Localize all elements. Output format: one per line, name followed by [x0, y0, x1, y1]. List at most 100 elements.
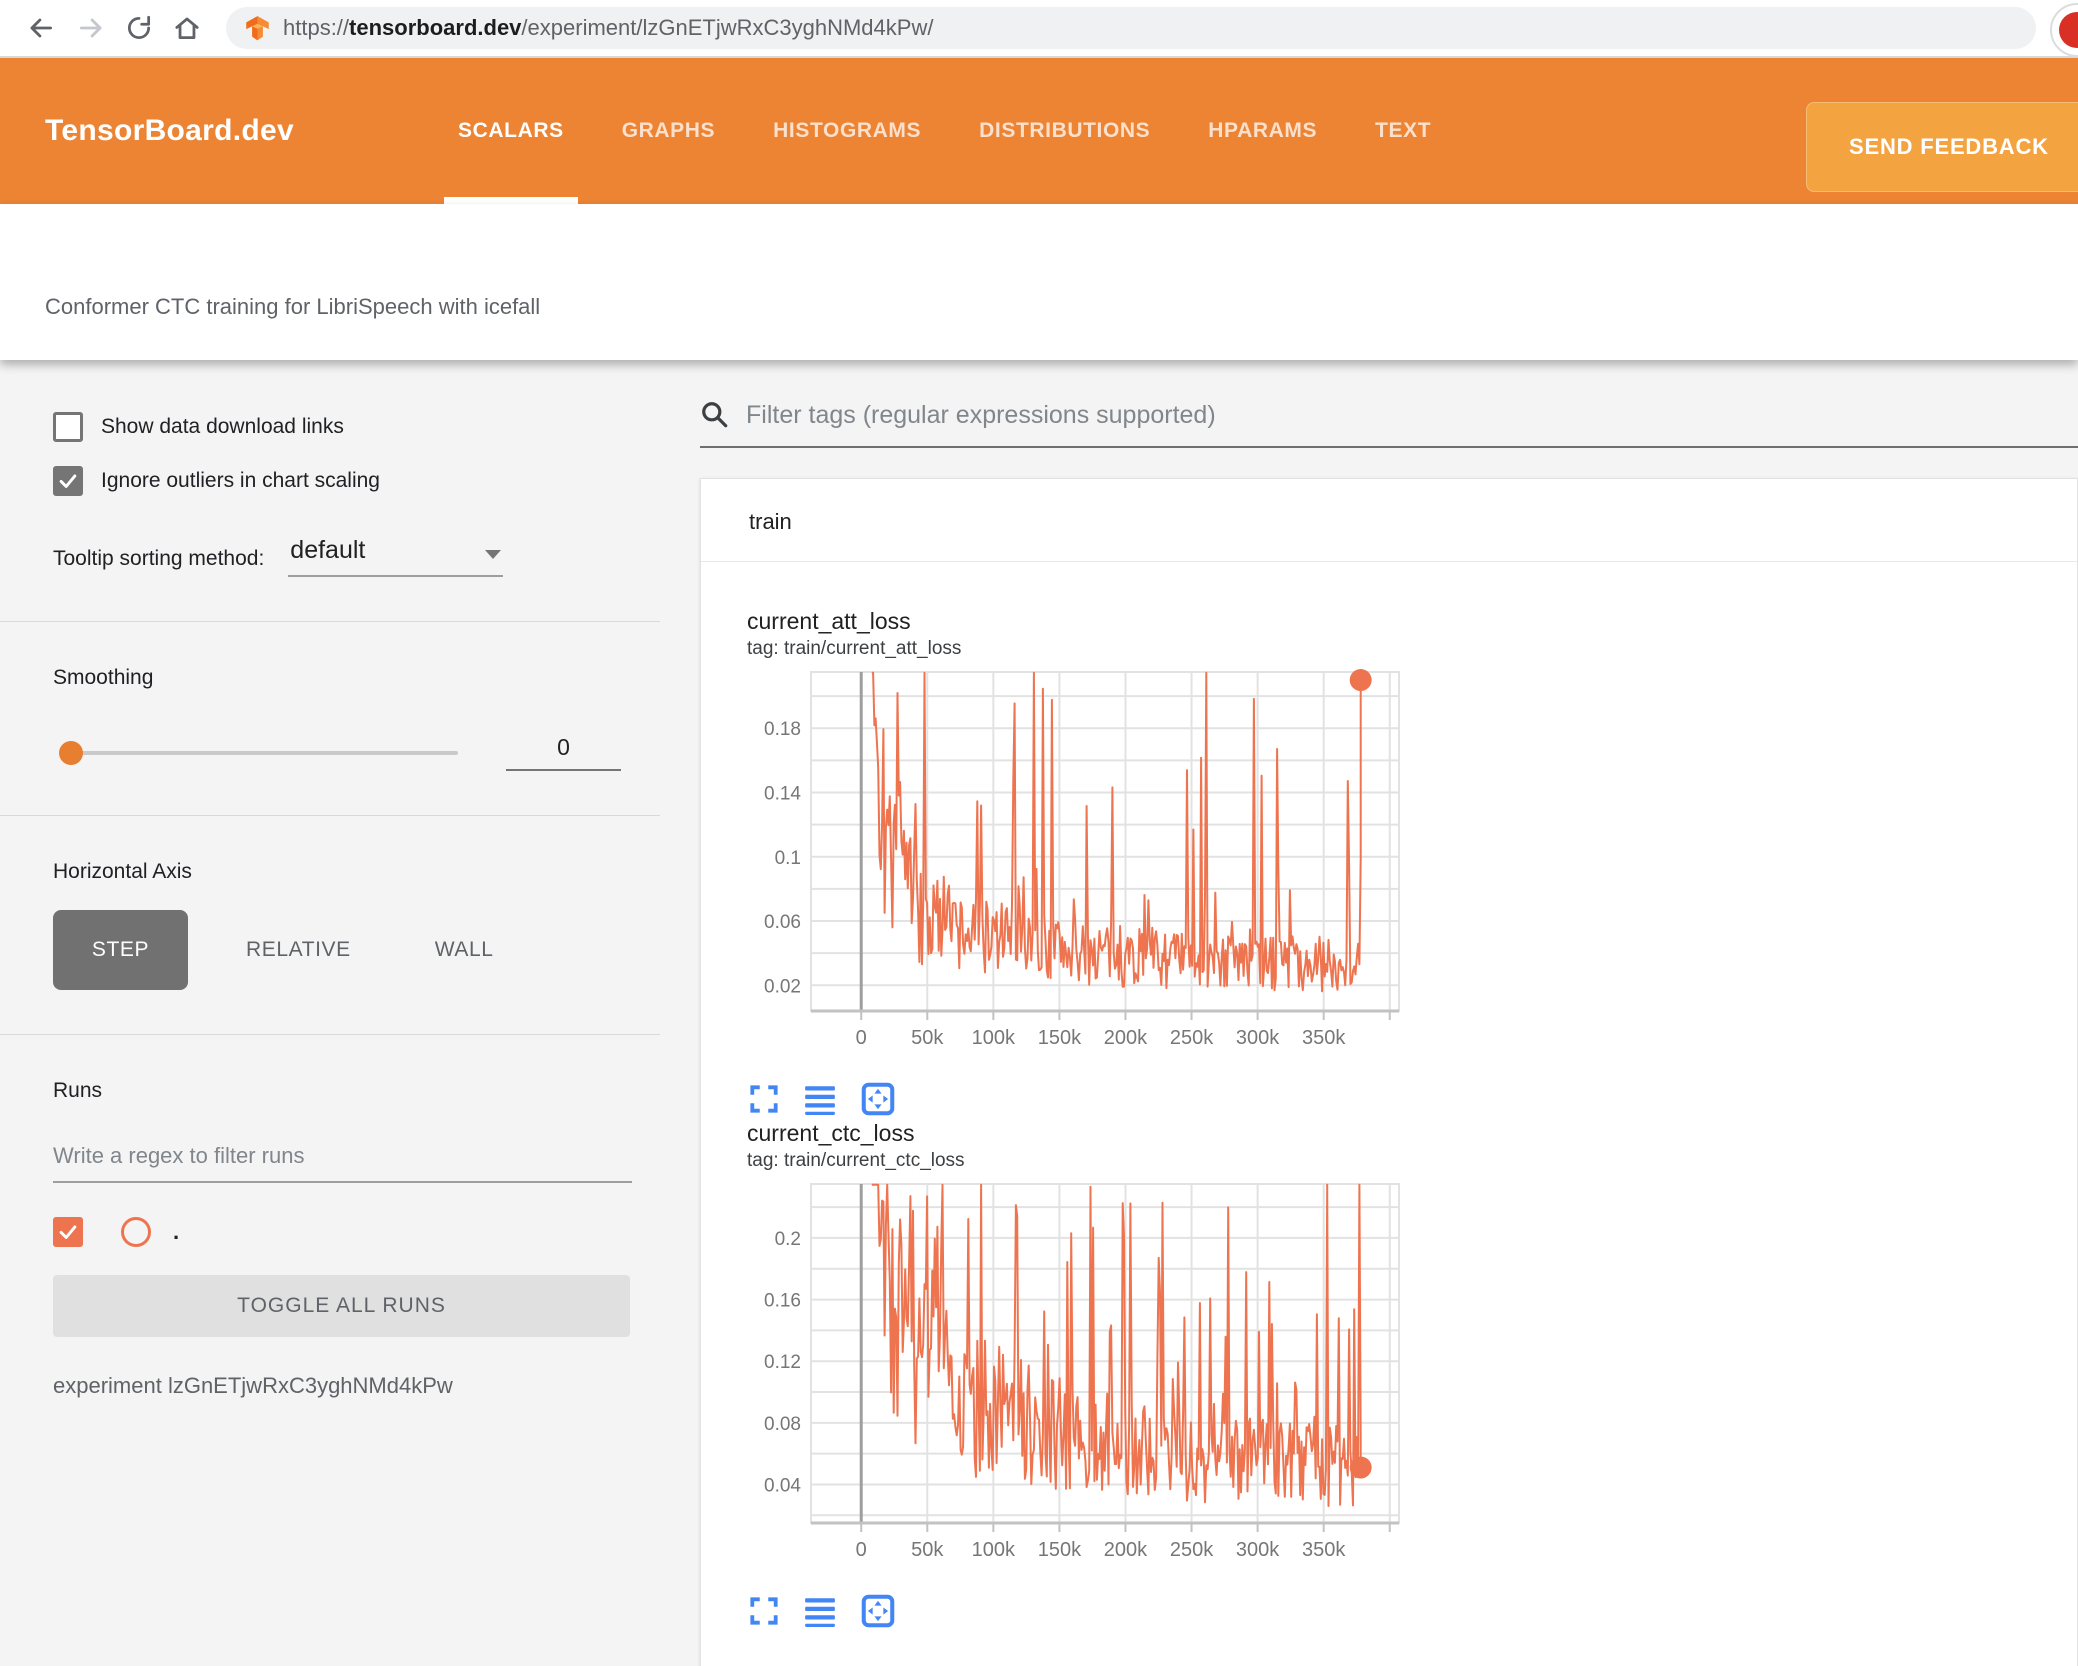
divider	[0, 1034, 660, 1035]
browser-chrome: https://tensorboard.dev/experiment/lzGnE…	[0, 0, 2078, 58]
show-download-row[interactable]: Show data download links	[53, 412, 632, 442]
fit-domain-icon[interactable]	[859, 1080, 897, 1118]
send-feedback-button[interactable]: SEND FEEDBACK	[1806, 102, 2078, 192]
svg-text:350k: 350k	[1302, 1027, 1346, 1049]
home-icon[interactable]	[172, 13, 202, 43]
tab-distributions[interactable]: DISTRIBUTIONS	[965, 58, 1164, 204]
tensorboard-favicon	[244, 15, 271, 42]
log-scale-icon[interactable]	[803, 1082, 837, 1116]
smoothing-slider[interactable]	[59, 740, 458, 765]
chart-current-att-loss: current_att_loss tag: train/current_att_…	[747, 606, 1407, 1118]
chart-current-ctc-loss: current_ctc_loss tag: train/current_ctc_…	[747, 1118, 1407, 1630]
divider	[0, 621, 660, 622]
tab-text[interactable]: TEXT	[1361, 58, 1445, 204]
log-scale-icon[interactable]	[803, 1594, 837, 1628]
toggle-all-runs-button[interactable]: TOGGLE ALL RUNS	[53, 1275, 630, 1337]
svg-text:300k: 300k	[1236, 1539, 1280, 1561]
svg-text:0: 0	[856, 1027, 867, 1049]
group-title[interactable]: train	[701, 479, 2077, 562]
axis-relative-button[interactable]: RELATIVE	[220, 910, 377, 990]
chart-tag: tag: train/current_att_loss	[747, 638, 962, 659]
svg-text:0.04: 0.04	[764, 1475, 801, 1496]
tag-filter-row	[700, 400, 2078, 448]
svg-text:0.1: 0.1	[775, 848, 801, 869]
tooltip-sorting-label: Tooltip sorting method:	[53, 547, 265, 570]
charts-grid: current_att_loss tag: train/current_att_…	[701, 562, 2077, 1666]
smoothing-slider-row: 0	[53, 734, 632, 771]
svg-text:0.06: 0.06	[764, 912, 801, 933]
chart-title: current_att_loss	[747, 608, 911, 634]
svg-text:0.08: 0.08	[764, 1414, 801, 1435]
run-item[interactable]: .	[53, 1217, 632, 1247]
back-icon[interactable]	[26, 13, 56, 43]
tab-scalars[interactable]: SCALARS	[444, 58, 578, 204]
svg-text:250k: 250k	[1170, 1027, 1214, 1049]
ignore-outliers-label: Ignore outliers in chart scaling	[101, 469, 380, 492]
smoothing-value[interactable]: 0	[506, 734, 621, 771]
svg-text:100k: 100k	[972, 1539, 1016, 1561]
train-group-card: train current_att_loss tag: train/curren…	[700, 478, 2078, 1666]
slider-thumb[interactable]	[59, 740, 83, 765]
main-pane: train current_att_loss tag: train/curren…	[660, 360, 2078, 1666]
content: Show data download links Ignore outliers…	[0, 360, 2078, 1666]
nav-tabs: SCALARS GRAPHS HISTOGRAMS DISTRIBUTIONS …	[444, 58, 1475, 204]
browser-avatar[interactable]	[2050, 3, 2078, 57]
fit-domain-icon[interactable]	[859, 1592, 897, 1630]
tooltip-sorting-select[interactable]: default	[288, 536, 504, 577]
brand-title: TensorBoard.dev	[45, 114, 294, 147]
settings-sidebar: Show data download links Ignore outliers…	[0, 360, 660, 1666]
svg-text:0.18: 0.18	[764, 719, 801, 740]
experiment-title-bar: Conformer CTC training for LibriSpeech w…	[0, 204, 2078, 360]
expand-chart-icon[interactable]	[747, 1082, 781, 1116]
svg-text:50k: 50k	[911, 1027, 944, 1049]
svg-text:0.12: 0.12	[764, 1352, 801, 1373]
axis-step-button[interactable]: STEP	[53, 910, 188, 990]
avatar-badge	[2059, 12, 2078, 48]
runs-label: Runs	[53, 1079, 103, 1102]
app-header: TensorBoard.dev SCALARS GRAPHS HISTOGRAM…	[0, 58, 2078, 204]
svg-text:50k: 50k	[911, 1539, 944, 1561]
expand-chart-icon[interactable]	[747, 1594, 781, 1628]
tag-filter-input[interactable]	[746, 400, 2078, 430]
svg-text:0: 0	[856, 1539, 867, 1561]
runs-filter-input[interactable]	[53, 1137, 632, 1183]
tooltip-sorting-value: default	[290, 536, 366, 564]
tab-histograms[interactable]: HISTOGRAMS	[759, 58, 935, 204]
tooltip-sorting-row: Tooltip sorting method: default	[53, 536, 632, 577]
chart-toolbar	[747, 1080, 1407, 1118]
url-text: https://tensorboard.dev/experiment/lzGnE…	[283, 15, 933, 41]
url-bar[interactable]: https://tensorboard.dev/experiment/lzGnE…	[226, 7, 2036, 49]
checkbox-unchecked-icon[interactable]	[53, 412, 83, 442]
url-scheme: https://	[283, 15, 350, 40]
divider	[0, 815, 660, 816]
chart-plot[interactable]: 0 50k 100k 150k 200k 250k 300k 350k 0.2 0.16 0.12 0…	[747, 1178, 1407, 1574]
axis-wall-button[interactable]: WALL	[409, 910, 520, 990]
run-name: .	[173, 1219, 180, 1244]
url-domain: tensorboard.dev	[349, 15, 522, 40]
ignore-outliers-row[interactable]: Ignore outliers in chart scaling	[53, 466, 632, 496]
tab-hparams[interactable]: HPARAMS	[1194, 58, 1331, 204]
svg-text:0.16: 0.16	[764, 1291, 801, 1312]
show-download-label: Show data download links	[101, 415, 344, 438]
chart-plot[interactable]: 0 50k 100k 150k 200k 250k 300k 350k 0.18 0.14 0.1 0…	[747, 666, 1407, 1062]
checkbox-checked-icon[interactable]	[53, 466, 83, 496]
horizontal-axis-label: Horizontal Axis	[53, 860, 192, 883]
svg-text:0.02: 0.02	[764, 976, 801, 997]
svg-text:250k: 250k	[1170, 1539, 1214, 1561]
svg-text:350k: 350k	[1302, 1539, 1346, 1561]
svg-text:150k: 150k	[1038, 1027, 1082, 1049]
run-checkbox-icon[interactable]	[53, 1217, 83, 1247]
smoothing-label: Smoothing	[53, 666, 154, 689]
tab-graphs[interactable]: GRAPHS	[608, 58, 729, 204]
svg-text:0.2: 0.2	[775, 1229, 801, 1250]
svg-text:200k: 200k	[1104, 1027, 1148, 1049]
chart-tag: tag: train/current_ctc_loss	[747, 1150, 965, 1171]
forward-icon[interactable]	[76, 13, 106, 43]
run-color-swatch-icon[interactable]	[121, 1217, 151, 1247]
svg-text:300k: 300k	[1236, 1027, 1280, 1049]
experiment-id-line: experiment lzGnETjwRxC3yghNMd4kPw	[53, 1373, 453, 1398]
reload-icon[interactable]	[124, 13, 154, 43]
search-icon	[700, 400, 730, 430]
chart-title: current_ctc_loss	[747, 1120, 915, 1146]
chevron-down-icon	[485, 550, 502, 559]
